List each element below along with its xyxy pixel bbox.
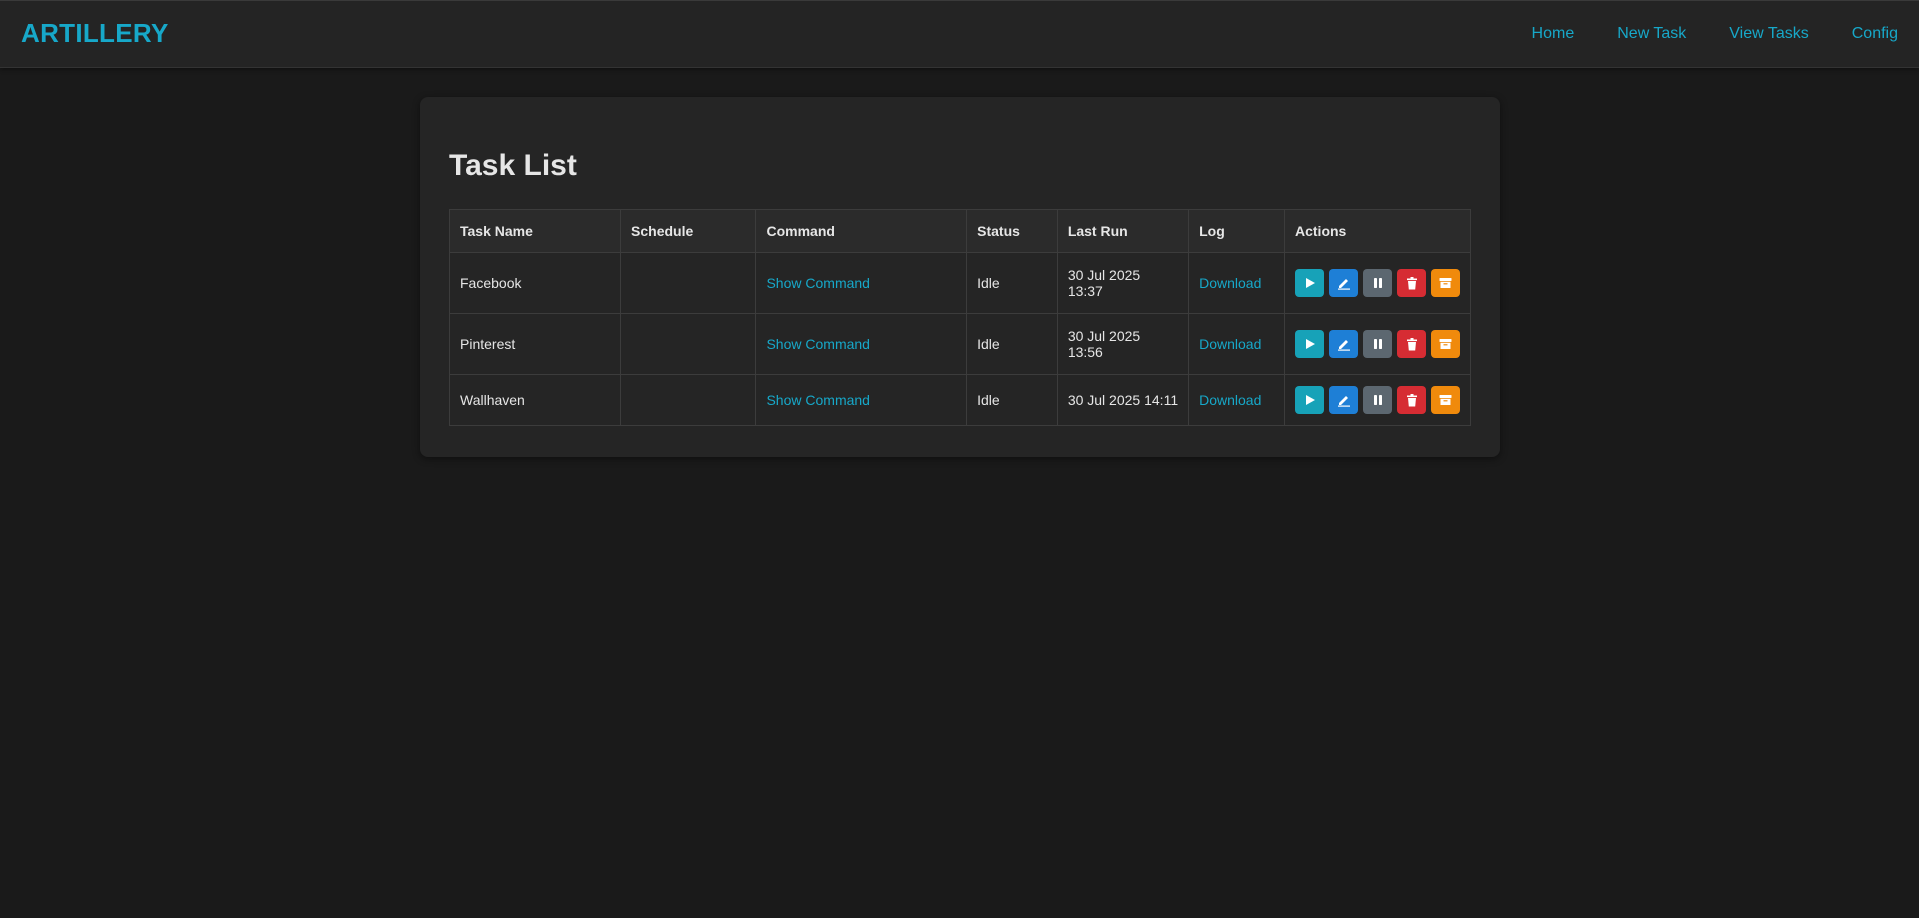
header-task-name: Task Name xyxy=(448,209,622,253)
table-row: Pinterest Show Command Idle 30 Jul 2025 1… xyxy=(448,313,1471,375)
pause-button[interactable] xyxy=(1363,330,1392,358)
action-buttons xyxy=(1295,386,1460,414)
show-command-link[interactable]: Show Command xyxy=(766,275,870,291)
actions-cell xyxy=(1284,252,1471,314)
archive-button[interactable] xyxy=(1431,386,1460,414)
command-cell: Show Command xyxy=(755,374,968,426)
log-cell: Download xyxy=(1188,374,1285,426)
table-header-row: Task Name Schedule Command Status Last R… xyxy=(448,209,1471,253)
task-name-cell: Wallhaven xyxy=(448,374,622,426)
last-run-cell: 30 Jul 2025 13:56 xyxy=(1056,313,1190,375)
last-run-date: 30 Jul 2025 xyxy=(1067,267,1141,283)
edit-button[interactable] xyxy=(1329,330,1358,358)
nav-config-link[interactable]: Config xyxy=(1852,25,1898,43)
pause-icon xyxy=(1373,278,1382,288)
archive-button[interactable] xyxy=(1431,330,1460,358)
pause-button[interactable] xyxy=(1363,269,1392,297)
archive-button[interactable] xyxy=(1431,269,1460,297)
status-cell: Idle xyxy=(966,252,1058,314)
play-icon xyxy=(1305,278,1315,288)
schedule-cell xyxy=(620,374,757,426)
trash-icon xyxy=(1406,337,1417,350)
delete-button[interactable] xyxy=(1397,330,1426,358)
pause-icon xyxy=(1373,395,1382,405)
last-run-date: 30 Jul 2025 xyxy=(1067,328,1141,344)
run-button[interactable] xyxy=(1295,386,1324,414)
archive-icon xyxy=(1439,278,1452,288)
task-list-card: Task List Task Name Schedule Command Sta… xyxy=(420,97,1500,457)
table-row: Facebook Show Command Idle 30 Jul 2025 13… xyxy=(448,252,1471,314)
actions-cell xyxy=(1284,374,1471,426)
last-run-time: 14:11 xyxy=(1144,392,1179,408)
last-run-time: 13:56 xyxy=(1067,344,1103,360)
header-actions: Actions xyxy=(1284,209,1471,253)
last-run-time: 13:37 xyxy=(1067,283,1103,299)
task-name-cell: Facebook xyxy=(448,252,622,314)
edit-button[interactable] xyxy=(1329,269,1358,297)
nav-home-link[interactable]: Home xyxy=(1532,25,1575,43)
header-last-run: Last Run xyxy=(1056,209,1190,253)
edit-button[interactable] xyxy=(1329,386,1358,414)
main-nav: Home New Task View Tasks Config xyxy=(1489,25,1898,43)
pause-button[interactable] xyxy=(1363,386,1392,414)
status-cell: Idle xyxy=(966,313,1058,375)
nav-new-task-link[interactable]: New Task xyxy=(1617,25,1686,43)
delete-button[interactable] xyxy=(1397,386,1426,414)
log-cell: Download xyxy=(1188,313,1285,375)
play-icon xyxy=(1305,339,1315,349)
edit-icon xyxy=(1337,340,1350,351)
header-status: Status xyxy=(966,209,1058,253)
command-cell: Show Command xyxy=(755,313,968,375)
edit-icon xyxy=(1337,279,1350,290)
task-name-cell: Pinterest xyxy=(448,313,622,375)
trash-icon xyxy=(1406,393,1417,406)
schedule-cell xyxy=(620,313,757,375)
archive-icon xyxy=(1439,339,1452,349)
pause-icon xyxy=(1373,339,1382,349)
archive-icon xyxy=(1439,395,1452,405)
top-navbar: ARTILLERY Home New Task View Tasks Confi… xyxy=(0,0,1919,68)
brand-logo[interactable]: ARTILLERY xyxy=(21,18,169,49)
play-icon xyxy=(1305,395,1315,405)
status-cell: Idle xyxy=(966,374,1058,426)
delete-button[interactable] xyxy=(1397,269,1426,297)
log-cell: Download xyxy=(1188,252,1285,314)
download-log-link[interactable]: Download xyxy=(1199,336,1261,352)
last-run-date: 30 Jul 2025 xyxy=(1067,392,1141,408)
download-log-link[interactable]: Download xyxy=(1199,275,1261,291)
run-button[interactable] xyxy=(1295,330,1324,358)
show-command-link[interactable]: Show Command xyxy=(766,336,870,352)
edit-icon xyxy=(1337,396,1350,407)
schedule-cell xyxy=(620,252,757,314)
last-run-cell: 30 Jul 2025 14:11 xyxy=(1056,374,1190,426)
last-run-cell: 30 Jul 2025 13:37 xyxy=(1056,252,1190,314)
trash-icon xyxy=(1406,276,1417,289)
header-schedule: Schedule xyxy=(620,209,757,253)
task-table: Task Name Schedule Command Status Last R… xyxy=(448,209,1471,426)
run-button[interactable] xyxy=(1295,269,1324,297)
table-row: Wallhaven Show Command Idle 30 Jul 2025 … xyxy=(448,374,1471,426)
header-log: Log xyxy=(1188,209,1285,253)
actions-cell xyxy=(1284,313,1471,375)
show-command-link[interactable]: Show Command xyxy=(766,392,870,408)
action-buttons xyxy=(1295,330,1460,358)
page-title: Task List xyxy=(449,149,577,182)
action-buttons xyxy=(1295,269,1460,297)
nav-view-tasks-link[interactable]: View Tasks xyxy=(1729,25,1808,43)
download-log-link[interactable]: Download xyxy=(1199,392,1261,408)
command-cell: Show Command xyxy=(755,252,968,314)
header-command: Command xyxy=(755,209,968,253)
